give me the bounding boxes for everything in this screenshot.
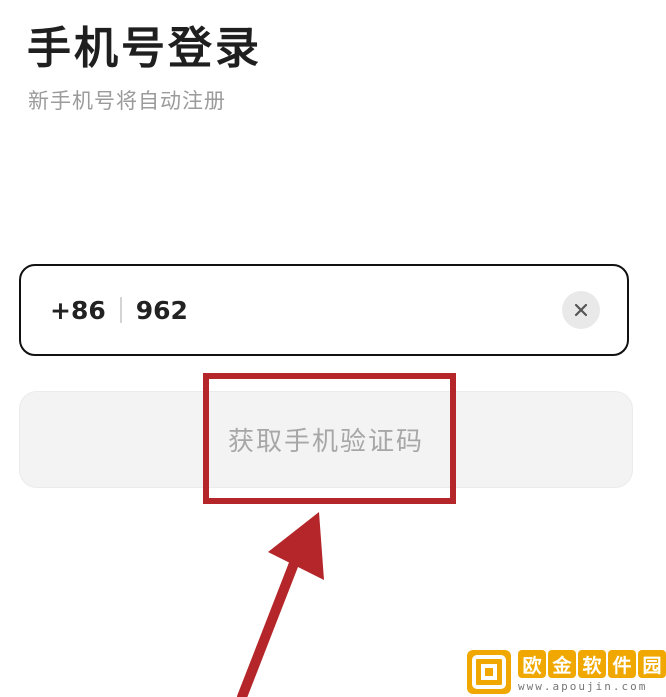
watermark-char: 件 (608, 650, 636, 678)
watermark-char: 软 (578, 650, 606, 678)
get-verification-code-button[interactable]: 获取手机验证码 (19, 391, 633, 488)
phone-input-field[interactable]: +86 962 (19, 264, 629, 356)
page-title: 手机号登录 (27, 23, 262, 74)
watermark: 欧 金 软 件 园 www.apoujin.com (466, 646, 666, 697)
watermark-char: 园 (638, 650, 666, 678)
close-icon (574, 303, 588, 317)
input-divider (119, 297, 122, 323)
watermark-char: 欧 (518, 650, 546, 678)
watermark-url: www.apoujin.com (518, 680, 648, 693)
phone-number-value[interactable]: 962 (136, 296, 562, 325)
get-verification-code-label: 获取手机验证码 (227, 427, 424, 457)
country-code[interactable]: +86 (50, 296, 106, 325)
clear-input-button[interactable] (562, 291, 600, 329)
brand-logo-icon (467, 649, 511, 694)
page-subtitle: 新手机号将自动注册 (28, 89, 226, 113)
watermark-char: 金 (548, 650, 576, 678)
